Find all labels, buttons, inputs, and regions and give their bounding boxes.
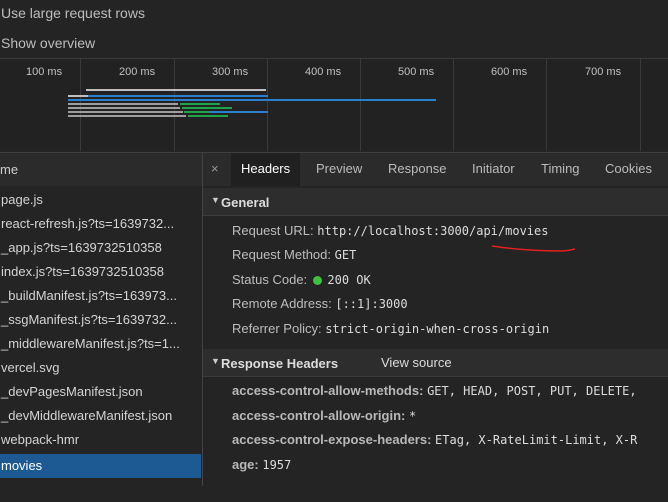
request-row[interactable]: react-refresh.js?ts=1639732... <box>0 212 201 236</box>
header-name: age: <box>232 457 259 472</box>
header-value: * <box>409 409 417 423</box>
timeline-tick: 700 ms <box>585 66 622 78</box>
request-url-label: Request URL: <box>232 223 314 238</box>
status-code-value: 200 OK <box>327 273 371 287</box>
grid-line <box>640 59 641 151</box>
request-row[interactable]: _buildManifest.js?ts=163973... <box>0 284 201 308</box>
request-row[interactable]: index.js?ts=1639732510358 <box>0 260 201 284</box>
referrer-policy-row: Referrer Policy: strict-origin-when-cros… <box>232 321 549 336</box>
header-value: GET, HEAD, POST, PUT, DELETE, <box>427 384 637 398</box>
referrer-policy-value: strict-origin-when-cross-origin <box>325 322 550 336</box>
network-settings-panel: Use large request rows Show overview <box>0 0 668 58</box>
status-code-label: Status Code: <box>232 272 308 287</box>
remote-address-value: [::1]:3000 <box>335 297 408 311</box>
grid-line <box>174 59 175 151</box>
request-row[interactable]: _app.js?ts=1639732510358 <box>0 236 201 260</box>
details-tab-bar: × Headers Preview Response Initiator Tim… <box>203 152 668 187</box>
request-bar <box>210 111 268 113</box>
name-column-header[interactable]: me <box>0 152 203 187</box>
header-name: access-control-allow-origin: <box>232 408 406 423</box>
request-bar <box>68 115 186 117</box>
response-header-row: age: 1957 <box>232 457 291 472</box>
request-url-row: Request URL: http://localhost:3000/api/m… <box>232 223 548 238</box>
request-bar <box>180 103 220 105</box>
response-header-row: access-control-expose-headers: ETag, X-R… <box>232 432 637 447</box>
header-value: 1957 <box>262 458 292 472</box>
name-column-label: me <box>0 162 19 177</box>
response-header-row: access-control-allow-origin: * <box>232 408 416 423</box>
request-bar <box>68 103 178 105</box>
view-source-link[interactable]: View source <box>381 355 452 370</box>
use-large-rows-option[interactable]: Use large request rows <box>1 5 145 21</box>
request-method-value: GET <box>334 248 357 262</box>
tab-headers[interactable]: Headers <box>231 153 301 186</box>
grid-line <box>546 59 547 151</box>
tab-initiator[interactable]: Initiator <box>472 161 515 176</box>
timeline-tick: 300 ms <box>212 66 249 78</box>
request-bar <box>68 111 183 113</box>
header-value: ETag, X-RateLimit-Limit, X-R <box>435 433 638 447</box>
general-section-header[interactable]: ▼ General <box>203 188 668 216</box>
request-url-value: http://localhost:3000/api/movies <box>317 224 549 238</box>
grid-line <box>267 59 268 151</box>
request-list[interactable]: page.js react-refresh.js?ts=1639732... _… <box>0 186 203 486</box>
collapse-triangle-icon: ▼ <box>211 356 220 366</box>
request-row[interactable]: webpack-hmr <box>0 428 201 452</box>
status-code-row: Status Code: 200 OK <box>232 272 371 287</box>
tab-cookies[interactable]: Cookies <box>605 161 652 176</box>
request-bar <box>68 107 180 109</box>
request-bar <box>68 95 88 97</box>
tab-timing[interactable]: Timing <box>541 161 580 176</box>
request-row-selected[interactable]: movies <box>0 454 201 478</box>
request-bar <box>182 107 232 109</box>
request-row[interactable]: _devMiddlewareManifest.json <box>0 404 201 428</box>
request-bar <box>68 99 436 101</box>
general-section-title: General <box>221 195 270 210</box>
request-method-row: Request Method: GET <box>232 247 356 262</box>
timeline-tick: 500 ms <box>398 66 435 78</box>
status-ok-dot-icon <box>312 276 322 286</box>
tab-preview[interactable]: Preview <box>316 161 362 176</box>
request-bar <box>188 115 228 117</box>
network-overview-timeline[interactable]: 100 ms 200 ms 300 ms 400 ms 500 ms 600 m… <box>0 58 668 151</box>
timeline-tick: 400 ms <box>305 66 342 78</box>
tab-response[interactable]: Response <box>388 161 447 176</box>
request-row[interactable]: _devPagesManifest.json <box>0 380 201 404</box>
remote-address-label: Remote Address: <box>232 296 332 311</box>
grid-line <box>453 59 454 151</box>
grid-line <box>80 59 81 151</box>
request-bar <box>88 95 268 97</box>
headers-panel: ▼ General Request URL: http://localhost:… <box>203 186 668 486</box>
timeline-tick: 100 ms <box>26 66 63 78</box>
referrer-policy-label: Referrer Policy: <box>232 321 322 336</box>
collapse-triangle-icon: ▼ <box>211 195 220 205</box>
response-header-row: access-control-allow-methods: GET, HEAD,… <box>232 383 637 398</box>
request-row[interactable]: page.js <box>0 188 201 212</box>
request-row[interactable]: _middlewareManifest.js?ts=1... <box>0 332 201 356</box>
red-annotation-underline <box>491 245 576 252</box>
timeline-tick: 200 ms <box>119 66 156 78</box>
timeline-tick: 600 ms <box>491 66 528 78</box>
response-headers-title: Response Headers <box>221 356 339 371</box>
request-bar <box>86 89 266 91</box>
header-name: access-control-expose-headers: <box>232 432 432 447</box>
request-row[interactable]: _ssgManifest.js?ts=1639732... <box>0 308 201 332</box>
request-method-label: Request Method: <box>232 247 332 262</box>
request-row[interactable]: vercel.svg <box>0 356 201 380</box>
show-overview-option[interactable]: Show overview <box>1 35 95 51</box>
remote-address-row: Remote Address: [::1]:3000 <box>232 296 408 311</box>
response-headers-section-header[interactable]: ▼ Response Headers View source <box>203 349 668 377</box>
close-icon[interactable]: × <box>211 161 219 176</box>
grid-line <box>360 59 361 151</box>
request-bar <box>184 111 210 113</box>
request-row[interactable] <box>0 478 201 502</box>
header-name: access-control-allow-methods: <box>232 383 424 398</box>
